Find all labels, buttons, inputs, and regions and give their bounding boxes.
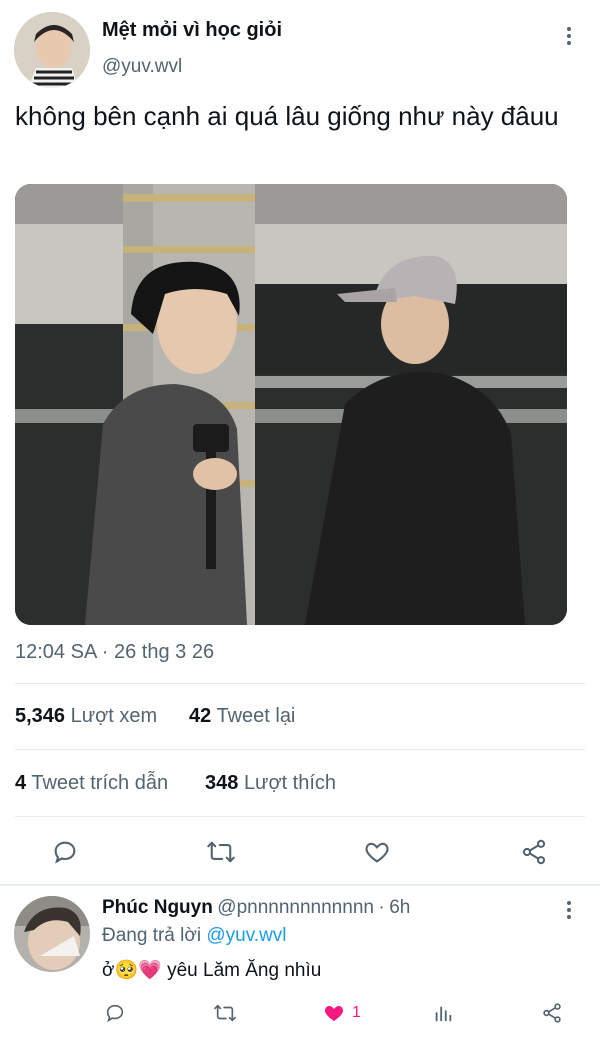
- tweet-photo[interactable]: [15, 184, 567, 625]
- author-handle[interactable]: @yuv.wvl: [102, 56, 182, 78]
- reply-author-name[interactable]: Phúc Nguyn: [102, 897, 213, 918]
- reply-share-button[interactable]: [541, 1002, 563, 1024]
- views-stat: 5,346 Lượt xem: [15, 705, 157, 728]
- reply-retweet-button[interactable]: [213, 1002, 237, 1024]
- reply-author-avatar[interactable]: [14, 896, 90, 972]
- retweets-count: 42: [189, 705, 212, 727]
- reply-reply-button[interactable]: [104, 1002, 126, 1024]
- quotes-stat[interactable]: 4 Tweet trích dẫn: [15, 772, 168, 795]
- reply-icon: [54, 841, 76, 864]
- reply-header: Phúc Nguyn @pnnnnnnnnnnnn · 6h: [102, 897, 410, 919]
- share-button[interactable]: [520, 838, 548, 866]
- reply-age: 6h: [389, 897, 411, 918]
- views-count: 5,346: [15, 705, 66, 727]
- views-icon: [435, 1006, 452, 1022]
- replying-to-link[interactable]: @yuv.wvl: [206, 925, 286, 946]
- reply-like-button[interactable]: 1: [322, 1001, 361, 1025]
- likes-label: Lượt thích: [243, 772, 337, 794]
- tweet-text: không bên cạnh ai quá lâu giống như này …: [15, 101, 559, 131]
- tweet-time: 12:04 SA: [15, 641, 97, 663]
- reply-views-button[interactable]: [432, 1002, 454, 1024]
- author-avatar[interactable]: [14, 12, 90, 88]
- likes-count: 348: [205, 772, 239, 794]
- retweet-icon: [207, 841, 235, 863]
- tweet-timestamp[interactable]: 12:04 SA · 26 thg 3 26: [15, 641, 214, 664]
- meta-separator: ·: [101, 641, 109, 663]
- retweets-stat[interactable]: 42 Tweet lại: [189, 705, 295, 728]
- reply-separator: ·: [378, 897, 385, 918]
- quotes-label: Tweet trích dẫn: [31, 772, 169, 794]
- retweet-icon: [214, 1004, 236, 1022]
- replying-prefix: Đang trả lời: [102, 925, 202, 946]
- reply-text-prefix: ở: [102, 960, 115, 981]
- reply-text: ở🥺💗 yêu Lăm Ăng nhìu: [102, 958, 321, 982]
- like-icon: [325, 1006, 343, 1021]
- retweets-label: Tweet lại: [216, 705, 296, 727]
- like-icon: [365, 842, 389, 863]
- likes-stat[interactable]: 348 Lượt thích: [205, 772, 336, 795]
- reply-author-handle[interactable]: @pnnnnnnnnnnnn: [217, 897, 374, 918]
- quotes-count: 4: [15, 772, 27, 794]
- reply-more-options-icon[interactable]: [557, 898, 581, 922]
- views-label: Lượt xem: [70, 705, 158, 727]
- pleading-face-emoji: 🥺: [114, 960, 139, 981]
- like-button[interactable]: [363, 838, 391, 866]
- divider: [15, 683, 585, 684]
- more-options-icon[interactable]: [557, 24, 581, 48]
- tweet-date: 26 thg 3 26: [113, 641, 215, 663]
- share-icon: [543, 1003, 561, 1023]
- reply-text-body: yêu Lăm Ăng nhìu: [167, 960, 322, 981]
- reply-like-count: 1: [352, 1004, 361, 1021]
- divider: [0, 884, 600, 886]
- reply-button[interactable]: [51, 838, 79, 866]
- heart-emoji: 💗: [138, 960, 162, 981]
- author-name[interactable]: Mệt mỏi vì học giỏi: [102, 19, 282, 42]
- replying-to: Đang trả lời @yuv.wvl: [102, 925, 287, 947]
- reply-icon: [106, 1004, 124, 1023]
- share-icon: [522, 839, 546, 865]
- divider: [15, 816, 585, 817]
- divider: [15, 749, 585, 750]
- retweet-button[interactable]: [206, 838, 236, 866]
